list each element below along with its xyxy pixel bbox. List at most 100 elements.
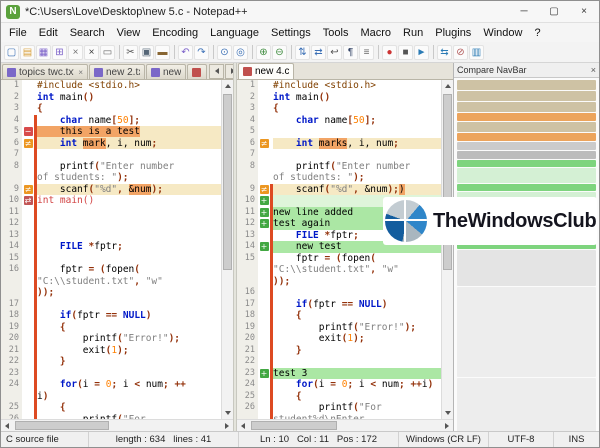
left-vscroll-thumb[interactable] — [223, 94, 232, 270]
right-horizontal-scrollbar[interactable] — [237, 419, 453, 431]
tab-scroll-left-button[interactable] — [209, 64, 224, 79]
code-line[interactable]: i) — [1, 391, 221, 403]
show-all-characters-icon[interactable]: ¶ — [343, 45, 358, 60]
code-line[interactable]: 16 fptr = (fopen( — [1, 264, 221, 276]
code-line[interactable]: 14 FILE *fptr; — [1, 241, 221, 253]
menu-item-help[interactable]: ? — [528, 25, 546, 41]
sync-vertical-scroll-icon[interactable]: ⇅ — [295, 45, 310, 60]
word-wrap-icon[interactable]: ↩ — [327, 45, 342, 60]
code-line[interactable]: 7 — [237, 149, 441, 161]
sync-horizontal-scroll-icon[interactable]: ⇄ — [311, 45, 326, 60]
code-line[interactable]: "C:\\student.txt", "w" — [1, 276, 221, 288]
scroll-down-icon[interactable] — [442, 407, 453, 419]
code-line[interactable]: 19 printf("Error!"); — [237, 322, 441, 334]
navbar-close-button[interactable]: × — [591, 65, 596, 75]
code-line[interactable]: 2int main() — [1, 92, 221, 104]
menu-item-run[interactable]: Run — [397, 25, 429, 41]
find-icon[interactable]: ⊙ — [217, 45, 232, 60]
cut-icon[interactable]: ✂ — [123, 45, 138, 60]
code-line[interactable]: 21 exit(1); — [1, 345, 221, 357]
code-line[interactable]: )); — [237, 276, 441, 288]
menu-item-tools[interactable]: Tools — [317, 25, 355, 41]
code-line[interactable]: 23+test 3 — [237, 368, 441, 380]
indent-guide-icon[interactable]: ≡ — [359, 45, 374, 60]
play-macro-icon[interactable]: ► — [414, 45, 429, 60]
tab-close-icon[interactable]: × — [78, 68, 83, 77]
scroll-right-icon[interactable] — [441, 420, 453, 431]
scroll-up-icon[interactable] — [442, 80, 453, 92]
code-line[interactable]: 21 } — [237, 345, 441, 357]
replace-icon[interactable]: ◎ — [233, 45, 248, 60]
menu-item-file[interactable]: File — [3, 25, 33, 41]
left-hscroll-thumb[interactable] — [15, 421, 109, 430]
code-line[interactable]: 16 — [237, 287, 441, 299]
code-line[interactable]: 1#include <stdio.h> — [237, 80, 441, 92]
code-line[interactable]: of students: "); — [1, 172, 221, 184]
paste-icon[interactable]: ▬ — [155, 45, 170, 60]
copy-icon[interactable]: ▣ — [139, 45, 154, 60]
code-line[interactable]: 22 — [237, 356, 441, 368]
code-line[interactable]: 26 printf("For — [237, 402, 441, 414]
code-line[interactable]: "C:\\student.txt", "w" — [237, 264, 441, 276]
code-line[interactable]: 11 — [1, 207, 221, 219]
menu-item-encoding[interactable]: Encoding — [146, 25, 204, 41]
code-line[interactable]: 24 for(i = 0; i < num; ++i) — [237, 379, 441, 391]
compare-icon[interactable]: ⇆ — [437, 45, 452, 60]
code-line[interactable]: 5− this is a test — [1, 126, 221, 138]
code-line[interactable]: 25 { — [1, 402, 221, 414]
stop-record-icon[interactable]: ■ — [398, 45, 413, 60]
right-tab-new-4-c[interactable]: new 4.c — [238, 63, 294, 79]
record-macro-icon[interactable]: ● — [382, 45, 397, 60]
menu-item-search[interactable]: Search — [64, 25, 111, 41]
left-tab-new-3[interactable]: new 3 — [146, 64, 186, 79]
code-line[interactable]: 9≠ scanf("%d", &num); — [1, 184, 221, 196]
zoom-in-icon[interactable]: ⊕ — [256, 45, 271, 60]
new-file-icon[interactable]: ▢ — [4, 45, 19, 60]
code-line[interactable]: 23 — [1, 368, 221, 380]
code-line[interactable]: 10⇄int main() — [1, 195, 221, 207]
code-line[interactable]: 18 { — [237, 310, 441, 322]
menu-item-plugins[interactable]: Plugins — [429, 25, 477, 41]
left-vertical-scrollbar[interactable] — [221, 80, 233, 419]
left-tab-new-2-txt[interactable]: new 2.txt — [89, 64, 145, 79]
code-line[interactable]: 25 { — [237, 391, 441, 403]
scroll-right-icon[interactable] — [221, 420, 233, 431]
close-document-icon[interactable]: × — [68, 45, 83, 60]
code-line[interactable]: 17 — [1, 299, 221, 311]
code-line[interactable]: 12 — [1, 218, 221, 230]
minimize-button[interactable]: ─ — [509, 1, 539, 22]
scroll-up-icon[interactable] — [222, 80, 233, 92]
code-line[interactable]: 8 printf("Enter number — [237, 161, 441, 173]
scroll-left-icon[interactable] — [237, 420, 249, 431]
code-line[interactable]: 3{ — [1, 103, 221, 115]
print-icon[interactable]: ▭ — [100, 45, 115, 60]
clear-compare-icon[interactable]: ⊘ — [453, 45, 468, 60]
navbar-map[interactable] — [454, 78, 599, 431]
editor-right[interactable]: 1#include <stdio.h>2int main()3{4 char n… — [237, 80, 441, 419]
right-hscroll-thumb[interactable] — [251, 421, 337, 430]
scroll-left-icon[interactable] — [1, 420, 13, 431]
code-line[interactable]: 24 for(i = 0; i < num; ++ — [1, 379, 221, 391]
code-line[interactable]: 6≠ int marks, i, num; — [237, 138, 441, 150]
code-line[interactable]: of students: "); — [237, 172, 441, 184]
code-line[interactable]: 22 } — [1, 356, 221, 368]
code-line[interactable]: 3{ — [237, 103, 441, 115]
close-button[interactable]: × — [569, 1, 599, 22]
editor-left[interactable]: 1#include <stdio.h>2int main()3{4 char n… — [1, 80, 221, 419]
code-line[interactable]: 5 — [237, 126, 441, 138]
left-tab-topics-twc-txt[interactable]: topics twc.txt× — [2, 64, 88, 79]
code-line[interactable]: 20 exit(1); — [237, 333, 441, 345]
menu-item-view[interactable]: View — [111, 25, 147, 41]
code-line[interactable]: 7 — [1, 149, 221, 161]
code-line[interactable]: 17 if(fptr == NULL) — [237, 299, 441, 311]
save-all-icon[interactable]: ⊞ — [52, 45, 67, 60]
undo-icon[interactable]: ↶ — [178, 45, 193, 60]
code-line[interactable]: 4 char name[50]; — [1, 115, 221, 127]
code-line[interactable]: 9≠ scanf("%d", &num);) — [237, 184, 441, 196]
save-icon[interactable]: ▦ — [36, 45, 51, 60]
menu-item-window[interactable]: Window — [477, 25, 528, 41]
scroll-down-icon[interactable] — [222, 407, 233, 419]
close-all-icon[interactable]: × — [84, 45, 99, 60]
code-line[interactable]: 8 printf("Enter number — [1, 161, 221, 173]
menu-item-language[interactable]: Language — [204, 25, 265, 41]
